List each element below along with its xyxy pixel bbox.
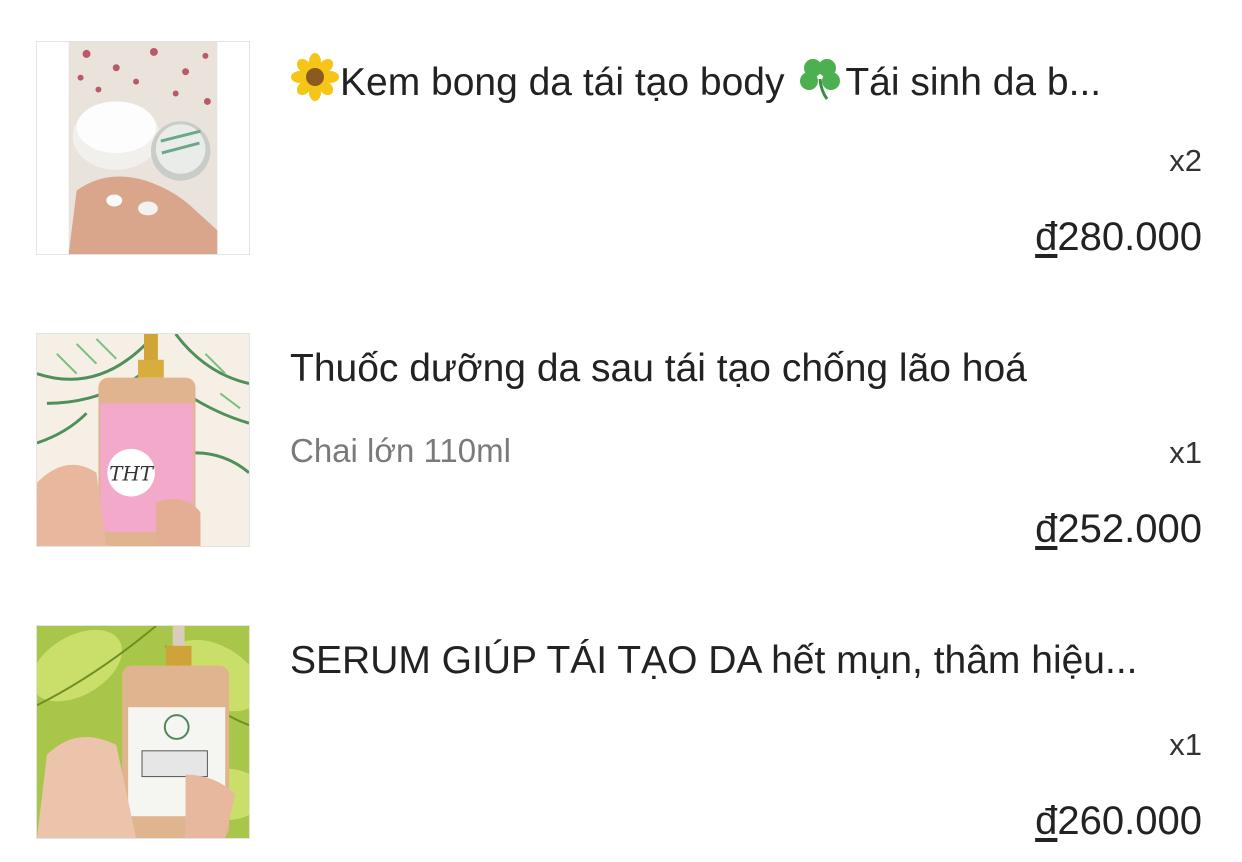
price-label: đ280.000: [1035, 213, 1202, 261]
quantity-label: x1: [1169, 435, 1202, 470]
product-title[interactable]: SERUM GIÚP TÁI TẠO DA hết mụn, thâm hiệu…: [290, 637, 1202, 685]
currency-symbol: đ: [1035, 215, 1058, 259]
product-thumbnail-body-cream[interactable]: [36, 41, 250, 255]
variant-label: Chai lớn 110ml: [290, 432, 511, 469]
price-label: đ260.000: [1035, 797, 1202, 845]
order-item[interactable]: SERUM GIÚP TÁI TẠO DA hết mụn, thâm hiệu…: [0, 625, 1242, 862]
pink-serum-bottle-photo: THT: [37, 334, 249, 546]
product-title[interactable]: Kem bong da tái tạo body Tái sinh da b..…: [290, 53, 1202, 107]
sunflower-emoji: [290, 53, 340, 101]
product-thumbnail-green-serum[interactable]: [36, 625, 250, 839]
svg-text:THT: THT: [109, 463, 154, 486]
quantity-label: x1: [1169, 727, 1202, 762]
green-leaf-serum-bottle-photo: [37, 626, 249, 838]
product-thumbnail-pink-serum[interactable]: THT: [36, 333, 250, 547]
order-item[interactable]: THT Thuốc dưỡng da sau tái tạo chống lão…: [0, 333, 1242, 593]
currency-symbol: đ: [1035, 507, 1058, 551]
body-cream-jar-photo: [37, 42, 249, 254]
price-label: đ252.000: [1035, 505, 1202, 553]
price-value: 280.000: [1057, 215, 1202, 259]
order-item[interactable]: Kem bong da tái tạo body Tái sinh da b..…: [0, 41, 1242, 301]
order-items-list: Kem bong da tái tạo body Tái sinh da b..…: [0, 0, 1242, 862]
product-title[interactable]: Thuốc dưỡng da sau tái tạo chống lão hoá: [290, 345, 1202, 393]
price-value: 252.000: [1057, 507, 1202, 551]
quantity-label: x2: [1169, 143, 1202, 178]
currency-symbol: đ: [1035, 799, 1058, 843]
shamrock-emoji: [795, 53, 845, 101]
price-value: 260.000: [1057, 799, 1202, 843]
